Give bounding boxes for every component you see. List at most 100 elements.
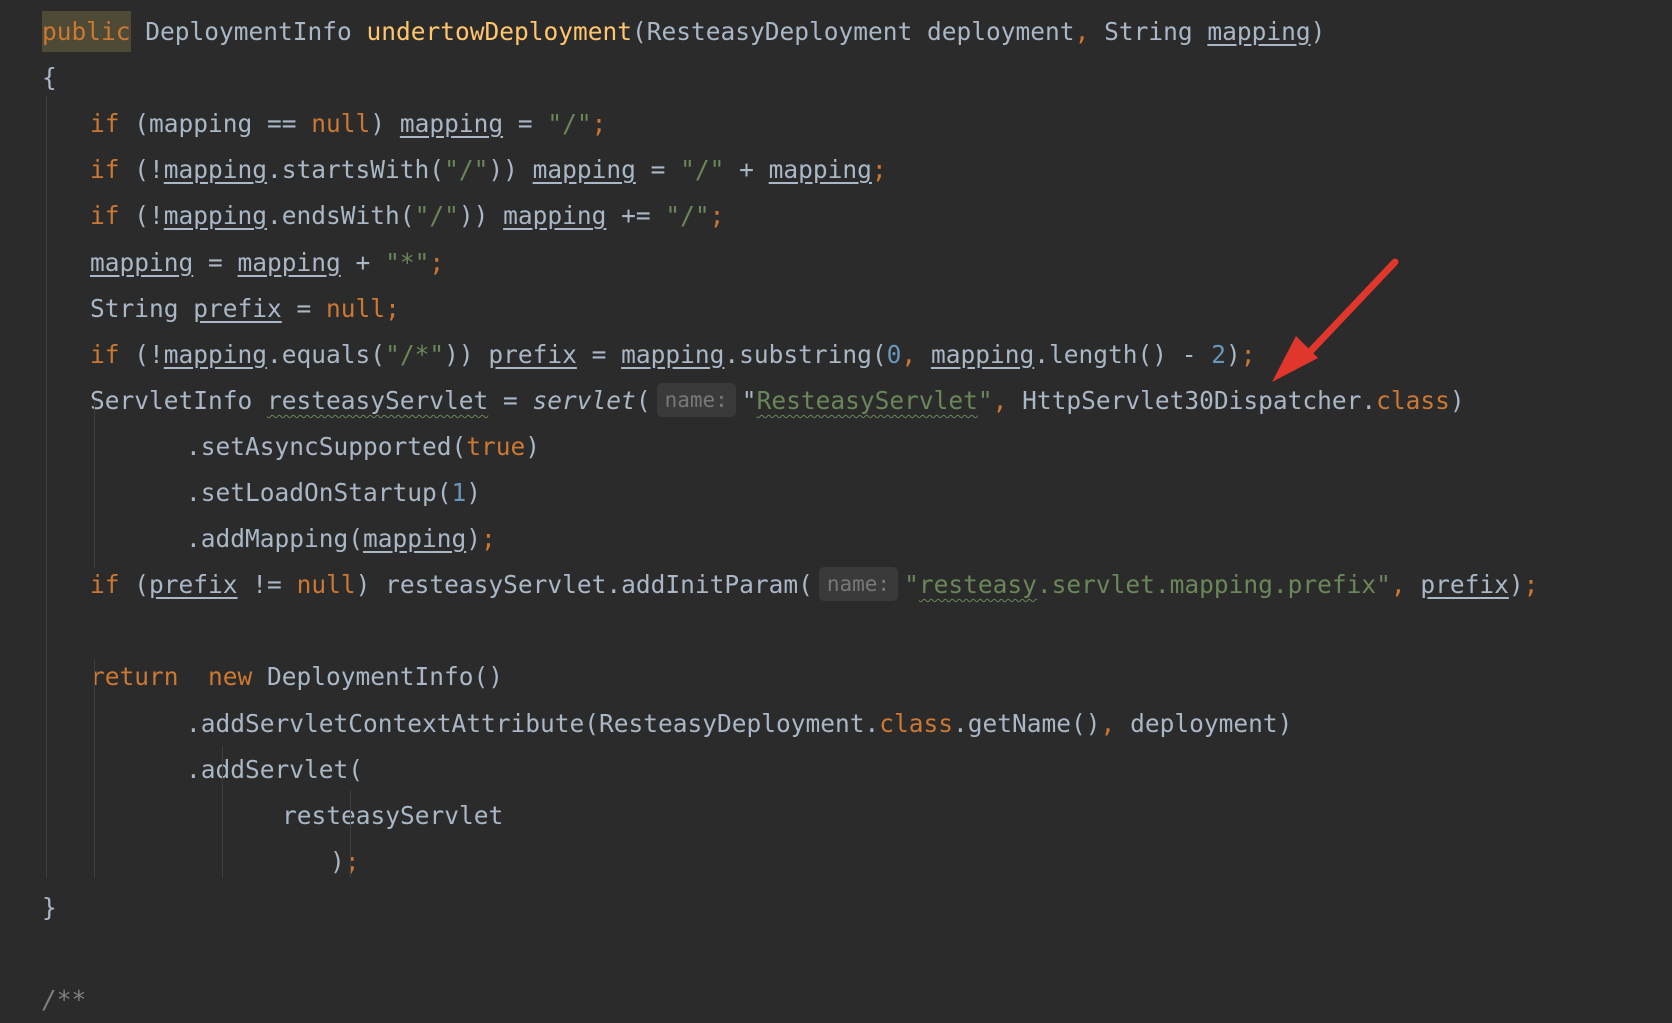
code-token: != — [237, 570, 297, 600]
code-token: , — [901, 339, 931, 369]
code-token: ServletInfo — [90, 385, 268, 415]
code-line[interactable]: /** — [42, 977, 86, 1023]
code-token: if — [90, 201, 120, 231]
code-token: servlet — [532, 385, 636, 415]
code-line[interactable]: if (prefix != null) resteasyServlet.addI… — [90, 562, 1538, 608]
code-token: ) — [1310, 17, 1326, 46]
code-line[interactable]: .setAsyncSupported(true) — [186, 424, 540, 470]
code-token: resteasy — [918, 570, 1037, 600]
code-token: "*" — [385, 247, 430, 277]
code-token: = — [503, 109, 548, 139]
code-token: null — [311, 109, 371, 139]
code-token: prefix — [149, 570, 238, 600]
code-token: String — [90, 293, 194, 323]
code-line[interactable]: String prefix = null; — [90, 286, 400, 332]
code-token: mapping — [237, 247, 341, 277]
code-token: " — [904, 570, 919, 600]
code-line[interactable]: .addServletContextAttribute(ResteasyDepl… — [186, 701, 1292, 747]
code-token: (ResteasyDeployment deployment — [632, 17, 1075, 46]
code-line[interactable]: } — [42, 885, 57, 931]
code-line[interactable]: if (!mapping.equals("/*")) prefix = mapp… — [90, 332, 1256, 378]
code-token: if — [90, 570, 120, 600]
code-line[interactable]: .setLoadOnStartup(1) — [186, 470, 481, 516]
code-token: prefix — [193, 293, 282, 323]
code-token: , — [992, 385, 1023, 415]
code-token: ) — [466, 524, 482, 554]
code-token: prefix — [488, 339, 577, 369]
code-token: .setAsyncSupported( — [186, 431, 467, 461]
code-token: , — [1100, 708, 1131, 738]
indent-guide — [46, 96, 47, 878]
code-line[interactable]: ServletInfo resteasyServlet = servlet(na… — [90, 378, 1465, 424]
code-line[interactable]: public DeploymentInfo undertowDeployment… — [42, 9, 1325, 55]
code-token: return — [90, 662, 179, 692]
code-token: " — [741, 385, 757, 415]
code-token: .addMapping( — [186, 524, 364, 554]
code-token: ) — [466, 478, 482, 507]
code-token: .getName() — [953, 708, 1101, 738]
code-token: { — [42, 63, 57, 93]
code-token: } — [42, 892, 57, 922]
code-editor[interactable]: public DeploymentInfo undertowDeployment… — [0, 0, 1672, 1014]
code-token: mapping — [532, 155, 636, 185]
code-token: mapping — [363, 524, 467, 554]
code-line[interactable]: .addMapping(mapping); — [186, 516, 496, 562]
code-line[interactable]: if (mapping == null) mapping = "/"; — [90, 101, 606, 147]
code-token: mapping — [399, 109, 504, 139]
code-token: 2 — [1211, 339, 1226, 369]
code-token: ; — [1523, 570, 1539, 600]
code-token: ; — [385, 293, 400, 323]
code-token: .endsWith( — [267, 201, 415, 231]
code-token: + — [724, 155, 769, 185]
code-token: ) — [525, 431, 541, 461]
code-token: 0 — [886, 339, 902, 369]
code-token: "/*" — [385, 339, 445, 369]
code-line[interactable]: .addServlet( — [186, 747, 363, 793]
code-token: deployment) — [1130, 708, 1293, 738]
code-line[interactable]: if (!mapping.endsWith("/")) mapping += "… — [90, 193, 724, 239]
code-token: null — [296, 570, 356, 600]
code-token: mapping — [163, 155, 268, 185]
code-line[interactable]: mapping = mapping + "*"; — [90, 240, 444, 286]
code-token: .substring( — [724, 339, 887, 369]
code-line[interactable]: ); — [330, 839, 360, 885]
code-token: ) — [1508, 570, 1524, 600]
code-token: ) — [370, 109, 400, 139]
code-token: )) — [458, 201, 504, 231]
indent-guide — [350, 790, 351, 878]
code-token: .addServlet( — [186, 754, 364, 784]
code-token: "/" — [444, 155, 489, 185]
code-token: " — [977, 385, 993, 415]
code-token: mapping — [621, 339, 725, 369]
code-token: )) — [444, 339, 489, 369]
code-token: resteasyServlet — [282, 800, 504, 830]
code-line[interactable]: resteasyServlet — [282, 793, 503, 839]
code-token: ResteasyServlet — [756, 385, 978, 415]
code-token: mapping — [163, 201, 268, 231]
code-token: mapping — [1207, 17, 1311, 46]
code-token: ) — [1449, 385, 1465, 415]
code-token: (! — [119, 201, 164, 231]
code-token: ) — [1225, 339, 1241, 369]
code-token: (! — [119, 155, 164, 185]
code-token: if — [90, 109, 120, 139]
code-token: 1 — [451, 478, 467, 507]
code-line[interactable]: { — [42, 55, 57, 101]
code-token: resteasyServlet — [267, 385, 489, 415]
indent-guide — [94, 400, 95, 568]
code-token: mapping — [503, 201, 607, 231]
code-token: ; — [871, 155, 887, 185]
code-token: true — [466, 431, 526, 461]
code-token: class — [1376, 385, 1450, 415]
code-line[interactable]: if (!mapping.startsWith("/")) mapping = … — [90, 147, 887, 193]
code-token: ; — [1240, 339, 1256, 369]
code-token: ; — [429, 247, 445, 277]
code-token: , — [1390, 570, 1421, 600]
code-token: ) resteasyServlet.addInitParam( — [355, 570, 813, 600]
code-token: undertowDeployment — [366, 17, 633, 46]
code-token: prefix — [1420, 570, 1509, 600]
code-line[interactable]: return new DeploymentInfo() — [90, 654, 503, 700]
code-token: mapping — [163, 339, 268, 369]
code-token: mapping — [90, 247, 194, 277]
